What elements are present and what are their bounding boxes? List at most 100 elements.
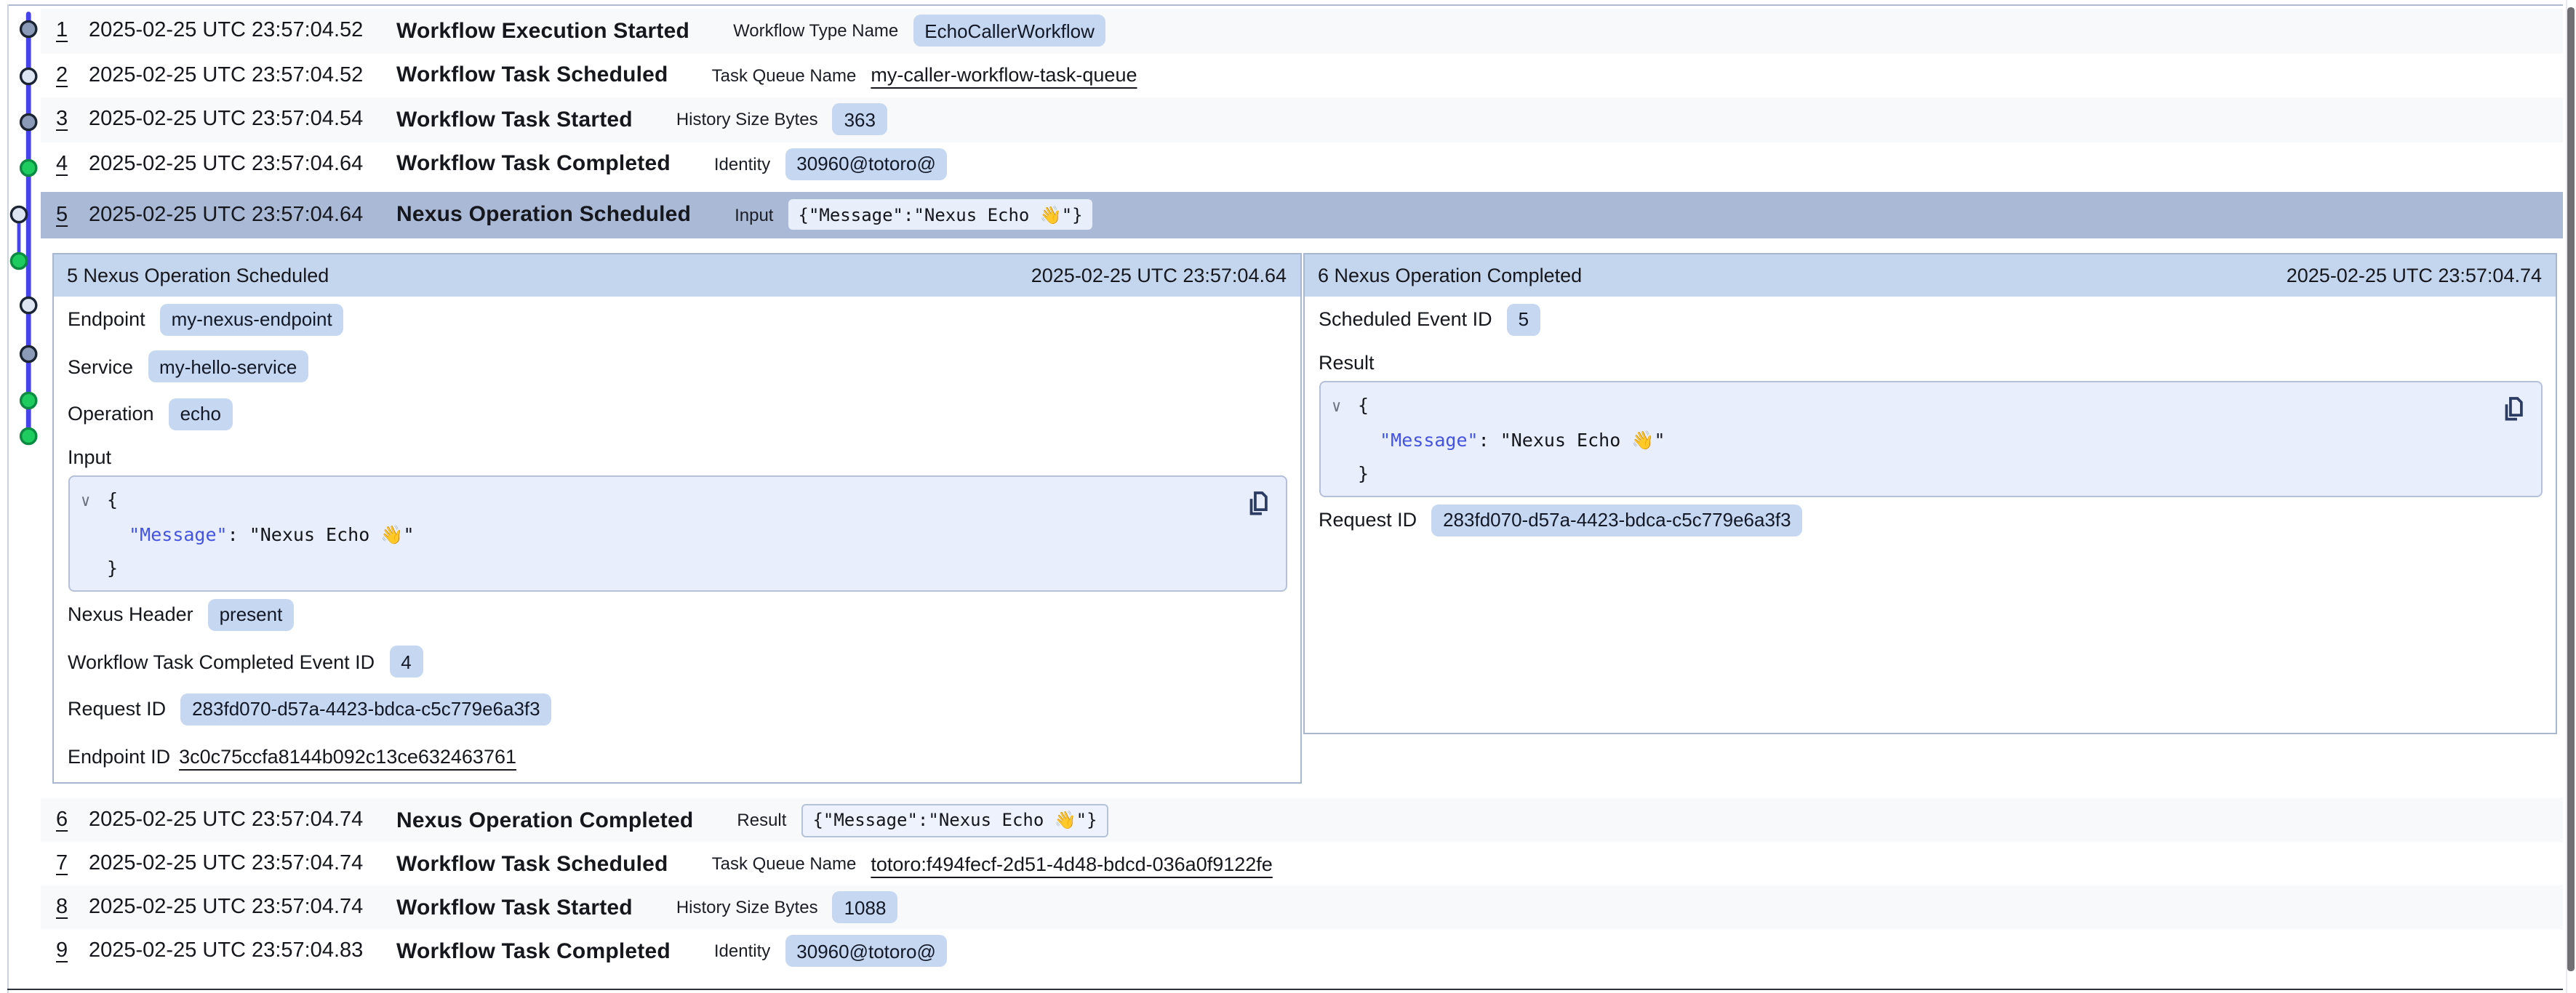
field-value-badge: my-hello-service: [148, 351, 308, 383]
timeline-dot-event-6[interactable]: [11, 253, 26, 268]
event-timestamp: 2025-02-25 UTC 23:57:04.52: [89, 64, 396, 87]
detail-panel-body: Endpoint my-nexus-endpoint Service my-hello…: [54, 296, 1300, 780]
event-row-2[interactable]: 22025-02-25 UTC 23:57:04.52Workflow Task…: [41, 53, 2562, 97]
copy-button[interactable]: [2500, 395, 2524, 423]
event-row-9[interactable]: 92025-02-25 UTC 23:57:04.83Workflow Task…: [41, 929, 2562, 973]
copy-button[interactable]: [1244, 490, 1269, 518]
event-detail-link[interactable]: totoro:f494fecf-2d51-4d48-bdcd-036a0f912…: [871, 853, 1272, 875]
event-timestamp: 2025-02-25 UTC 23:57:04.54: [89, 108, 396, 132]
event-number-link[interactable]: 5: [56, 204, 89, 227]
json-open-brace: {: [1358, 394, 1369, 416]
field-value-badge: 283fd070-d57a-4423-bdca-c5c779e6a3f3: [1431, 504, 1803, 536]
json-key: "Message": [1380, 428, 1478, 450]
event-detail-label: Identity: [714, 154, 770, 174]
event-name: Nexus Operation Completed: [396, 808, 693, 832]
event-detail-label: Task Queue Name: [712, 65, 857, 86]
event-timestamp: 2025-02-25 UTC 23:57:04.74: [89, 852, 396, 875]
event-name: Workflow Task Started: [396, 895, 633, 920]
event-number-link[interactable]: 4: [56, 153, 89, 176]
event-detail-link[interactable]: my-caller-workflow-task-queue: [871, 65, 1137, 87]
json-close-brace: }: [107, 557, 118, 579]
json-content: { "Message": "Nexus Echo 👋"}: [107, 483, 1268, 585]
field-value-link[interactable]: 3c0c75ccfa8144b092c13ce632463761: [179, 746, 516, 768]
timeline-dot-event-3[interactable]: [21, 114, 36, 129]
collapse-chevron-icon[interactable]: ∨: [1332, 390, 1341, 424]
event-detail-label: Input: [735, 205, 773, 225]
field-label: Request ID: [1319, 510, 1417, 531]
event-row-8[interactable]: 82025-02-25 UTC 23:57:04.74Workflow Task…: [41, 885, 2562, 929]
event-detail-label: History Size Bytes: [676, 897, 818, 917]
copy-icon: [2500, 395, 2524, 423]
event-timestamp: 2025-02-25 UTC 23:57:04.64: [89, 153, 396, 176]
timeline-dot-event-7[interactable]: [21, 297, 36, 313]
event-name: Workflow Task Completed: [396, 152, 671, 177]
timeline-dot-event-5[interactable]: [11, 206, 26, 222]
workflow-history-view: 12025-02-25 UTC 23:57:04.52Workflow Exec…: [0, 0, 2576, 993]
field-label: Request ID: [68, 699, 166, 720]
field-label: Service: [68, 356, 133, 378]
event-detail-badge: 30960@totoro@: [785, 148, 948, 180]
detail-panel-title: 5 Nexus Operation Scheduled: [67, 264, 329, 286]
event-row-6[interactable]: 62025-02-25 UTC 23:57:04.74Nexus Operati…: [41, 798, 2562, 842]
event-timestamp: 2025-02-25 UTC 23:57:04.52: [89, 20, 396, 43]
event-detail-code-chip: {"Message":"Nexus Echo 👋"}: [801, 803, 1108, 837]
event-row-1[interactable]: 12025-02-25 UTC 23:57:04.52Workflow Exec…: [41, 9, 2562, 53]
timeline-dot-event-1[interactable]: [21, 21, 36, 36]
event-timestamp: 2025-02-25 UTC 23:57:04.83: [89, 939, 396, 962]
detail-panel-header: 6 Nexus Operation Completed 2025-02-25 U…: [1305, 254, 2555, 296]
event-number-link[interactable]: 9: [56, 939, 89, 962]
event-detail-badge: 363: [833, 104, 887, 136]
field-label: Operation: [68, 403, 154, 425]
field-label: Endpoint: [68, 309, 145, 331]
detail-panel-timestamp: 2025-02-25 UTC 23:57:04.74: [2287, 264, 2542, 286]
detail-panel-body: Scheduled Event ID5Result∨{ "Message": "…: [1305, 296, 2555, 544]
next-row-divider: [7, 988, 2563, 990]
json-key: "Message": [129, 523, 227, 544]
event-detail-badge: EchoCallerWorkflow: [913, 15, 1106, 47]
event-name: Nexus Operation Scheduled: [396, 203, 691, 228]
detail-panel-timestamp: 2025-02-25 UTC 23:57:04.64: [1031, 264, 1287, 286]
timeline-dot-event-10[interactable]: [21, 428, 36, 443]
field-value-badge: my-nexus-endpoint: [160, 304, 344, 336]
event-row-3[interactable]: 32025-02-25 UTC 23:57:04.54Workflow Task…: [41, 97, 2562, 142]
field-value-badge: echo: [169, 398, 233, 430]
event-number-link[interactable]: 1: [56, 20, 89, 43]
detail-panel-nexus-operation-scheduled: 5 Nexus Operation Scheduled 2025-02-25 U…: [52, 252, 1301, 784]
event-number-link[interactable]: 6: [56, 808, 89, 832]
detail-panel-header: 5 Nexus Operation Scheduled 2025-02-25 U…: [54, 254, 1300, 296]
event-name: Workflow Task Completed: [396, 938, 671, 963]
event-detail-code-chip: {"Message":"Nexus Echo 👋"}: [788, 200, 1093, 230]
event-detail-label: History Size Bytes: [676, 110, 818, 130]
json-value: : "Nexus Echo 👋": [1479, 428, 1665, 450]
event-timestamp: 2025-02-25 UTC 23:57:04.74: [89, 896, 396, 919]
field-label: Scheduled Event ID: [1319, 309, 1492, 331]
event-number-link[interactable]: 8: [56, 896, 89, 919]
timeline-dot-event-2[interactable]: [21, 68, 36, 84]
detail-panel-nexus-operation-completed: 6 Nexus Operation Completed 2025-02-25 U…: [1303, 252, 2556, 734]
event-detail-label: Task Queue Name: [712, 853, 857, 874]
event-detail-badge: 1088: [833, 891, 898, 923]
json-viewer: ∨{ "Message": "Nexus Echo 👋"}: [1319, 381, 2542, 496]
field-value-badge: 283fd070-d57a-4423-bdca-c5c779e6a3f3: [180, 694, 552, 725]
event-detail-badge: 30960@totoro@: [785, 935, 948, 967]
event-row-5[interactable]: 52025-02-25 UTC 23:57:04.64Nexus Operati…: [41, 191, 2562, 238]
event-row-4[interactable]: 42025-02-25 UTC 23:57:04.64Workflow Task…: [41, 142, 2562, 186]
event-detail-label: Result: [737, 810, 786, 830]
field-value-badge: 5: [1507, 304, 1540, 336]
timeline-dot-event-4[interactable]: [21, 160, 36, 175]
event-number-link[interactable]: 2: [56, 64, 89, 87]
event-timeline-graph: [0, 0, 44, 465]
timeline-dot-event-8[interactable]: [21, 346, 36, 361]
timeline-dot-event-9[interactable]: [21, 393, 36, 408]
field-label: Workflow Task Completed Event ID: [68, 651, 375, 673]
event-rows-bottom: 62025-02-25 UTC 23:57:04.74Nexus Operati…: [41, 798, 2562, 973]
event-rows-top: 12025-02-25 UTC 23:57:04.52Workflow Exec…: [41, 9, 2562, 238]
event-number-link[interactable]: 3: [56, 108, 89, 132]
event-number-link[interactable]: 7: [56, 852, 89, 875]
scrollbar-track: [2565, 0, 2567, 993]
event-row-7[interactable]: 72025-02-25 UTC 23:57:04.74Workflow Task…: [41, 842, 2562, 885]
scrollbar-thumb[interactable]: [2567, 7, 2574, 971]
collapse-chevron-icon[interactable]: ∨: [81, 484, 90, 518]
json-viewer: ∨ { "Message": "Nexus Echo 👋"}: [68, 475, 1287, 591]
event-detail-label: Workflow Type Name: [733, 21, 898, 41]
